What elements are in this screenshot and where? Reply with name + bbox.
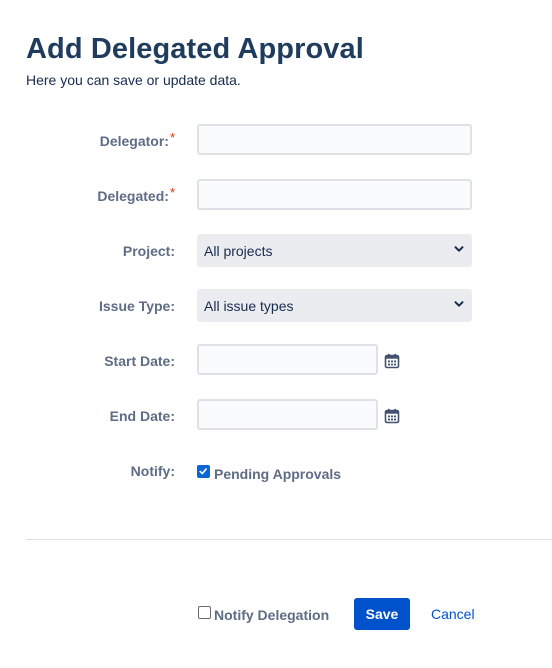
page-title: Add Delegated Approval <box>26 33 364 65</box>
issue-type-selected-value: All issue types <box>204 298 294 314</box>
required-mark: * <box>169 130 175 145</box>
add-delegated-approval-page: Add Delegated Approval Here you can save… <box>0 0 552 668</box>
delegator-input[interactable] <box>197 124 472 155</box>
issue-type-label: Issue Type: <box>99 298 175 314</box>
chevron-down-icon <box>454 301 464 307</box>
notify-delegation-checkbox[interactable] <box>198 606 211 619</box>
delegator-label: Delegator:* <box>99 130 175 149</box>
project-label: Project: <box>122 243 175 259</box>
divider <box>26 539 552 540</box>
calendar-icon[interactable] <box>384 408 400 424</box>
delegated-label: Delegated:* <box>97 185 175 204</box>
project-selected-value: All projects <box>204 243 273 259</box>
project-select[interactable]: All projects <box>197 234 472 267</box>
notify-delegation-label[interactable]: Notify Delegation <box>214 607 329 623</box>
pending-approvals-checkbox[interactable] <box>197 465 210 478</box>
calendar-icon[interactable] <box>384 353 400 369</box>
issue-type-select[interactable]: All issue types <box>197 289 472 322</box>
pending-approvals-label[interactable]: Pending Approvals <box>214 466 341 482</box>
notify-label: Notify: <box>130 463 175 479</box>
delegator-label-text: Delegator: <box>99 133 169 149</box>
required-mark: * <box>169 185 175 200</box>
delegated-label-text: Delegated: <box>97 188 169 204</box>
start-date-label: Start Date: <box>104 353 175 369</box>
delegated-input[interactable] <box>197 179 472 210</box>
start-date-input[interactable] <box>197 344 378 375</box>
end-date-input[interactable] <box>197 399 378 430</box>
checkmark-icon <box>199 468 207 475</box>
save-button[interactable]: Save <box>354 598 410 630</box>
page-subtitle: Here you can save or update data. <box>26 72 241 88</box>
chevron-down-icon <box>454 246 464 252</box>
end-date-label: End Date: <box>109 408 175 424</box>
cancel-link[interactable]: Cancel <box>431 606 475 622</box>
